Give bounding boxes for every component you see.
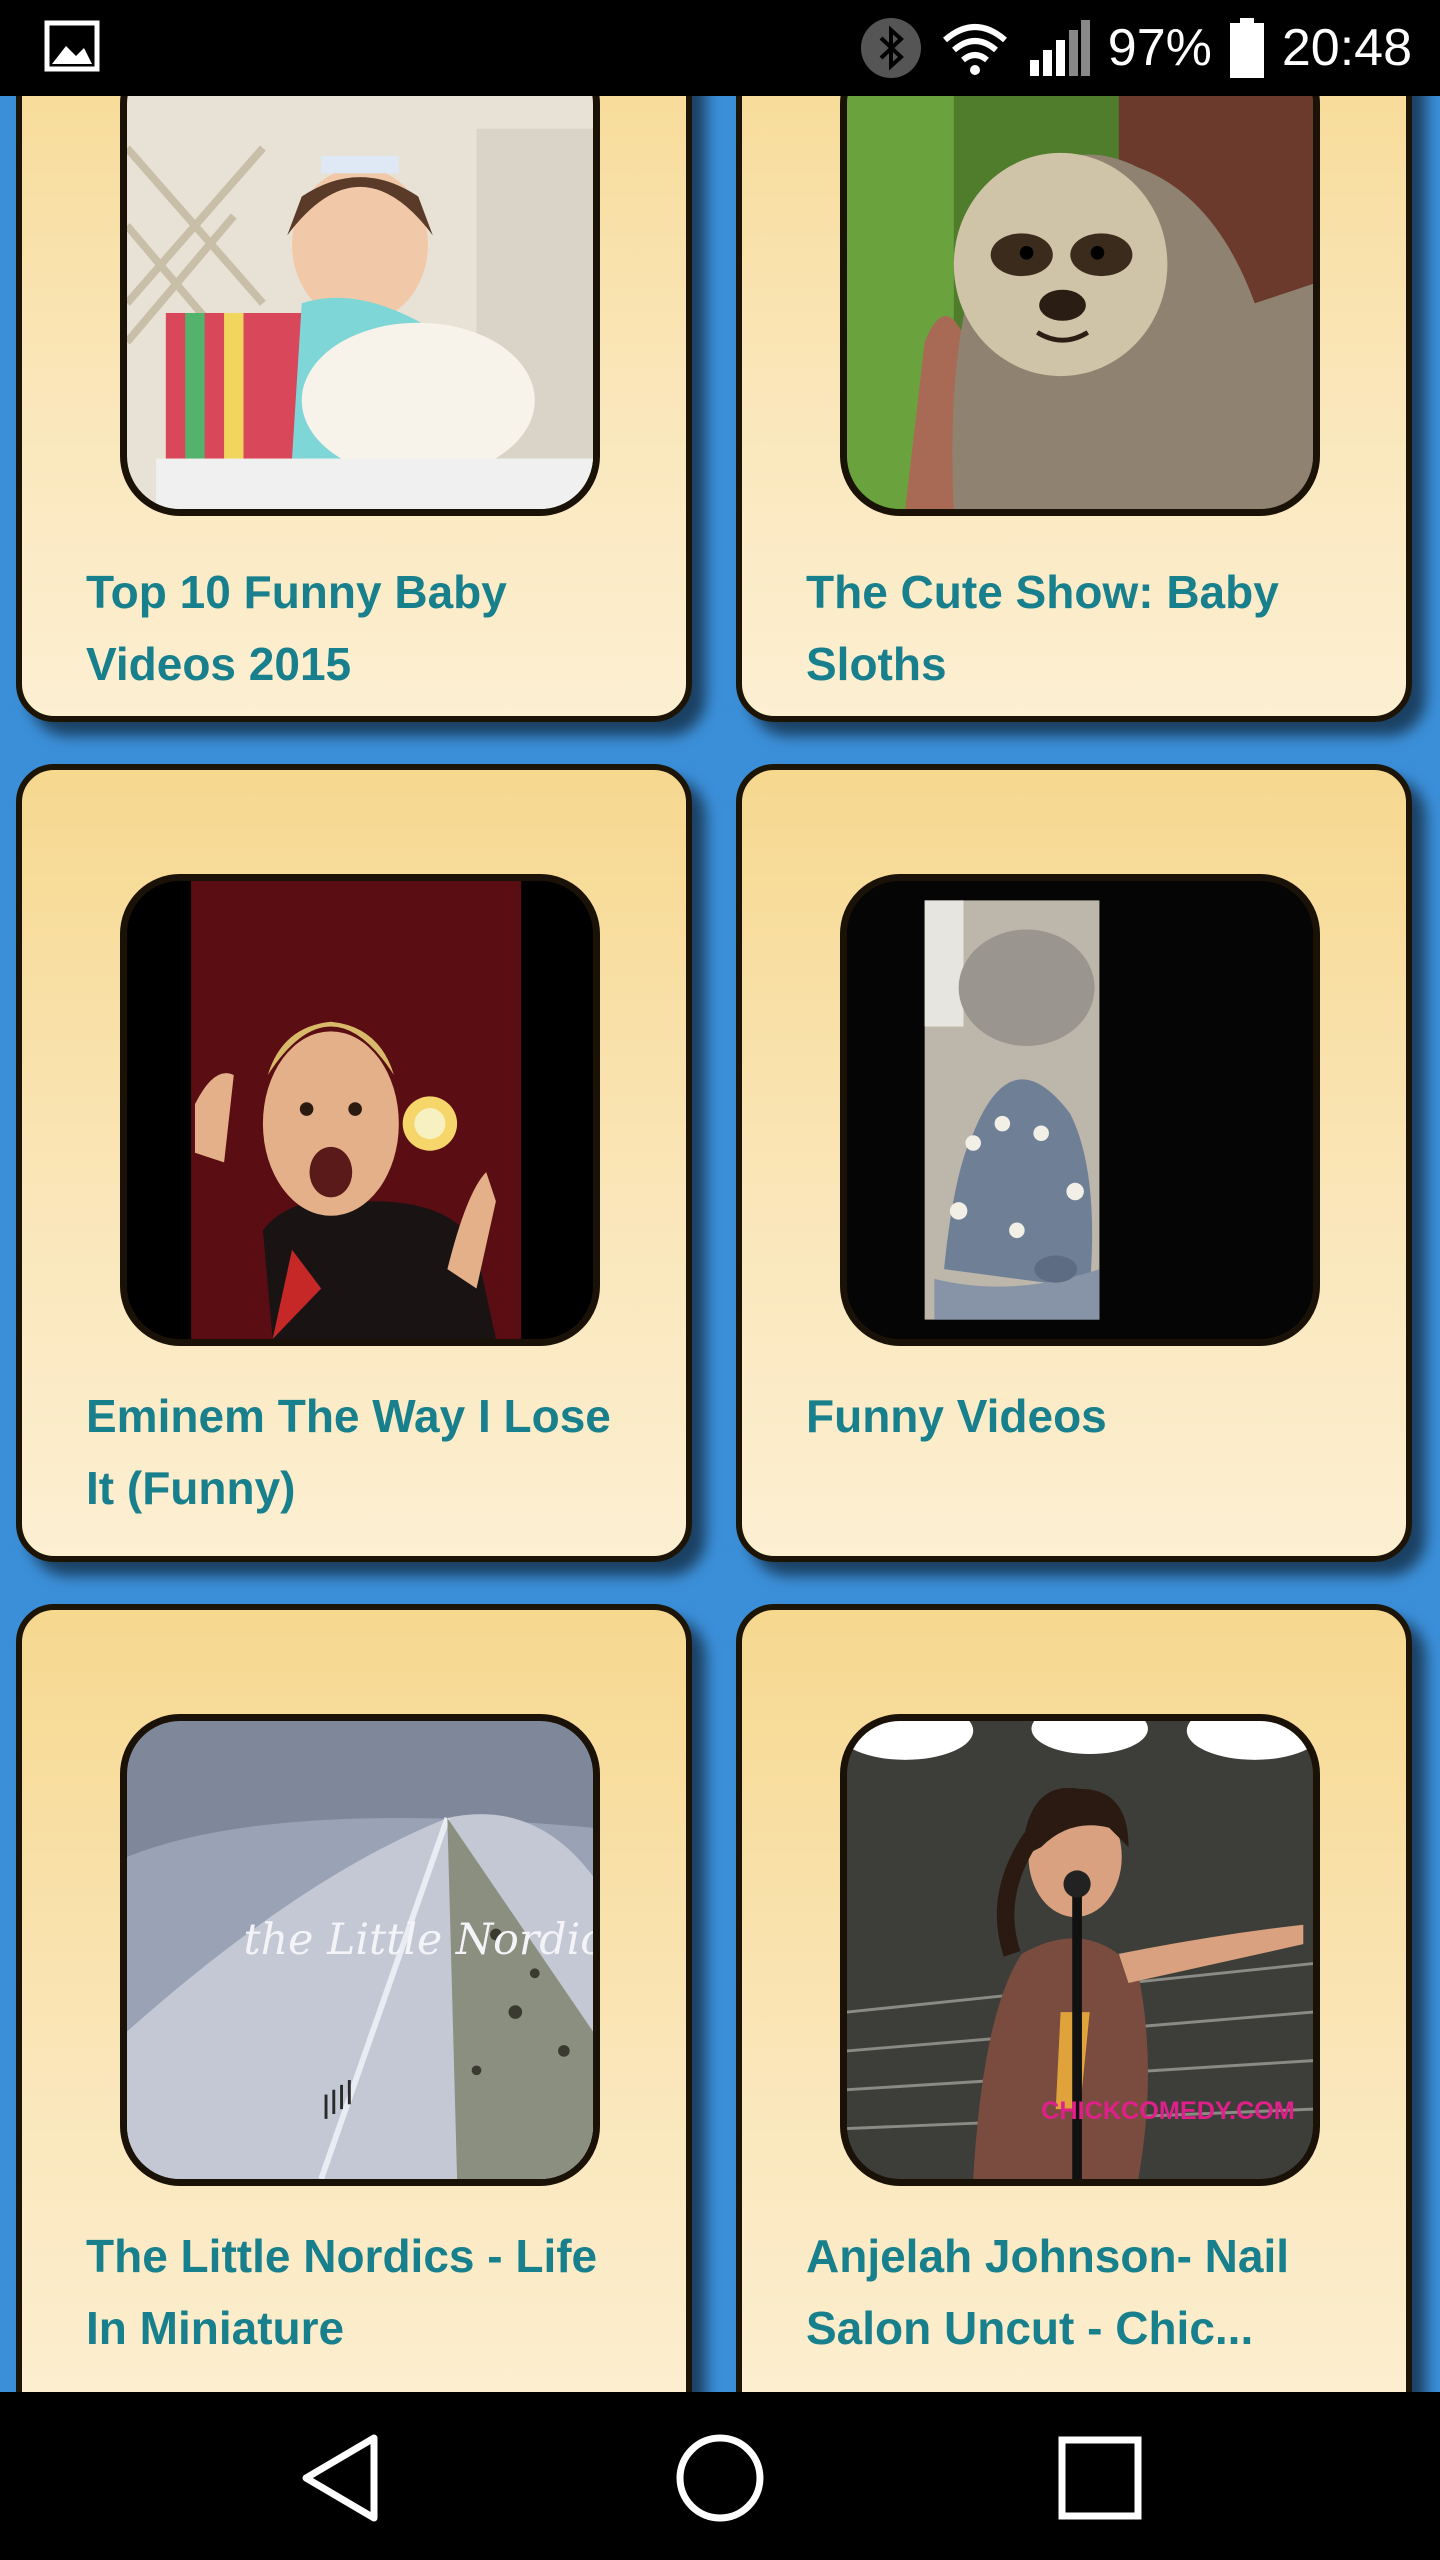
video-card[interactable]: Top 10 Funny Baby Videos 2015	[16, 96, 692, 722]
video-card[interactable]: Eminem The Way I Lose It (Funny)	[16, 764, 692, 1562]
video-thumbnail: CHICKCOMEDY.COM	[840, 1714, 1320, 2186]
home-circle-icon[interactable]	[672, 2430, 768, 2526]
video-title: The Cute Show: Baby Sloths	[806, 566, 1279, 690]
video-thumbnail	[120, 96, 600, 516]
cell-signal-icon	[1028, 20, 1090, 76]
video-card[interactable]: The Cute Show: Baby Sloths	[736, 96, 1412, 722]
video-thumbnail	[840, 874, 1320, 1346]
battery-percent: 97%	[1107, 19, 1212, 77]
wifi-icon	[940, 20, 1010, 76]
thumbnail-overlay-text: the Little Nordics	[244, 1915, 594, 1965]
battery-icon	[1229, 18, 1264, 78]
video-card[interactable]: the Little Nordics The Little Nordics - …	[16, 1604, 692, 2392]
video-grid: Top 10 Funny Baby Videos 2015 The Cute S…	[0, 96, 1440, 2392]
video-thumbnail	[120, 874, 600, 1346]
video-title: Anjelah Johnson- Nail Salon Uncut - Chic…	[806, 2230, 1290, 2354]
back-triangle-icon[interactable]	[294, 2430, 390, 2526]
status-bar: 97% 20:48	[0, 0, 1440, 96]
video-title: The Little Nordics - Life In Miniature	[86, 2230, 598, 2354]
video-thumbnail	[840, 96, 1320, 516]
recents-square-icon[interactable]	[1052, 2430, 1148, 2526]
video-title: Eminem The Way I Lose It (Funny)	[86, 1390, 611, 1514]
navigation-bar	[0, 2392, 1440, 2560]
thumbnail-overlay-text: CHICKCOMEDY.COM	[1041, 2097, 1295, 2125]
video-title: Funny Videos	[806, 1390, 1107, 1442]
video-title: Top 10 Funny Baby Videos 2015	[86, 566, 507, 690]
video-card[interactable]: CHICKCOMEDY.COM Anjelah Johnson- Nail Sa…	[736, 1604, 1412, 2392]
video-card[interactable]: Funny Videos	[736, 764, 1412, 1562]
bluetooth-icon	[860, 17, 922, 79]
video-thumbnail: the Little Nordics	[120, 1714, 600, 2186]
clock: 20:48	[1281, 19, 1412, 77]
gallery-notification-icon	[44, 20, 100, 72]
